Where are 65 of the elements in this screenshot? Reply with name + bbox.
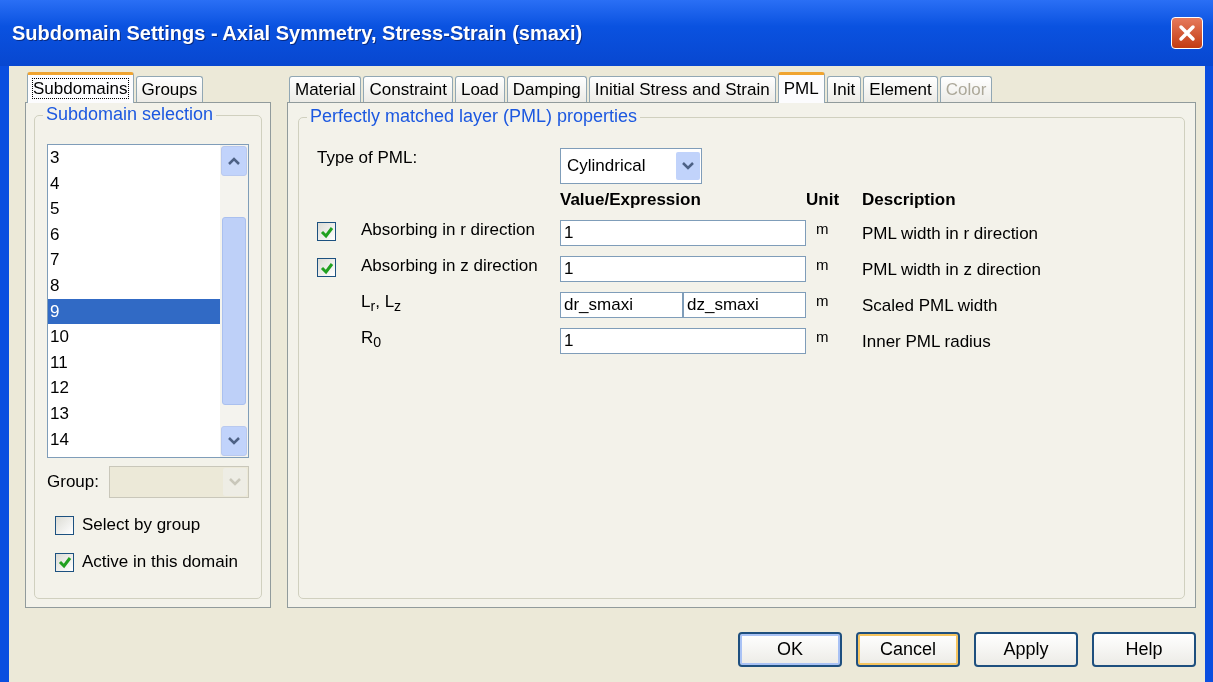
list-item[interactable]: 12	[48, 375, 220, 401]
description-text: PML width in r direction	[862, 223, 1040, 244]
tab[interactable]: Initial Stress and Strain	[588, 76, 776, 102]
checkbox[interactable]	[317, 222, 336, 242]
tab[interactable]: Damping	[506, 76, 587, 102]
group-title: Perfectly matched layer (PML) properties	[307, 106, 641, 127]
dialog-button[interactable]: OK	[738, 632, 842, 667]
caret-down-icon	[681, 161, 695, 171]
unit-text: m	[815, 292, 830, 309]
parameter-label: L$_{r}$, L$_{z}$	[361, 292, 403, 315]
description-text: Scaled PML width	[862, 295, 999, 316]
input-field[interactable]: dz_smaxi	[683, 292, 806, 318]
column-header: Unit	[806, 190, 841, 210]
input-field[interactable]: 1	[560, 220, 806, 246]
list-item[interactable]: 13	[48, 400, 220, 427]
dialog-button[interactable]: Cancel	[856, 632, 960, 667]
list-item[interactable]: 8	[48, 272, 220, 299]
scrollbar[interactable]	[220, 145, 248, 457]
pml-type-dropdown[interactable]: Cylindrical	[560, 148, 702, 184]
tab[interactable]: Groups	[135, 76, 204, 102]
list-item[interactable]: 7	[48, 247, 220, 273]
tab[interactable]: Element	[863, 76, 938, 102]
tab[interactable]: PML	[777, 72, 825, 103]
parameter-label: Absorbing in z direction	[361, 256, 539, 276]
list-item[interactable]: 14	[48, 426, 220, 453]
close-icon	[1176, 22, 1198, 44]
list-item[interactable]: 5	[48, 196, 220, 222]
subdomain-list[interactable]: 3 4 5 6 7 8 9 10 11 12 13 14	[47, 144, 249, 458]
window-title: Subdomain Settings - Axial Symmetry, Stress-Strain (smaxi)	[12, 21, 583, 45]
caret-up-icon	[227, 156, 241, 166]
list-item[interactable]: 9	[48, 298, 220, 325]
column-header: Description	[862, 190, 957, 210]
dialog-button[interactable]: Apply	[974, 632, 1078, 667]
column-header: Value/Expression	[560, 190, 702, 210]
input-field[interactable]: dr_smaxi	[560, 292, 683, 318]
input-field[interactable]: 1	[560, 256, 806, 282]
tab[interactable]: Load	[454, 76, 505, 102]
checkbox[interactable]	[55, 552, 74, 572]
parameter-label: Absorbing in r direction	[361, 220, 536, 240]
tab[interactable]: Init	[826, 76, 862, 102]
checkbox[interactable]	[317, 258, 336, 278]
unit-text: m	[815, 328, 830, 345]
list-item[interactable]: 6	[48, 221, 220, 248]
description-text: Inner PML radius	[862, 331, 992, 352]
list-item[interactable]: 3	[48, 145, 220, 171]
field-label: Type of PML:	[317, 148, 419, 168]
checkbox[interactable]	[55, 515, 74, 535]
parameter-label: R$_{0}$	[361, 328, 383, 351]
unit-text: m	[815, 220, 830, 237]
list-item[interactable]: 11	[48, 349, 220, 376]
input-field[interactable]: 1	[560, 328, 806, 354]
checkbox-label: Active in this domain	[82, 552, 238, 572]
list-item[interactable]: 10	[48, 324, 220, 350]
list-item[interactable]: 4	[48, 170, 220, 197]
caret-down-icon	[227, 436, 241, 446]
checkbox-label: Select by group	[82, 515, 201, 535]
unit-text: m	[815, 256, 830, 273]
caret-down-icon	[228, 477, 242, 487]
dialog-button[interactable]: Help	[1092, 632, 1196, 667]
group-label: Group:	[47, 472, 99, 492]
tab[interactable]: Constraint	[363, 76, 453, 102]
tab[interactable]: Subdomains	[27, 72, 134, 103]
tab[interactable]: Material	[289, 76, 362, 102]
description-text: PML width in z direction	[862, 259, 1042, 280]
close-button[interactable]	[1171, 17, 1203, 49]
